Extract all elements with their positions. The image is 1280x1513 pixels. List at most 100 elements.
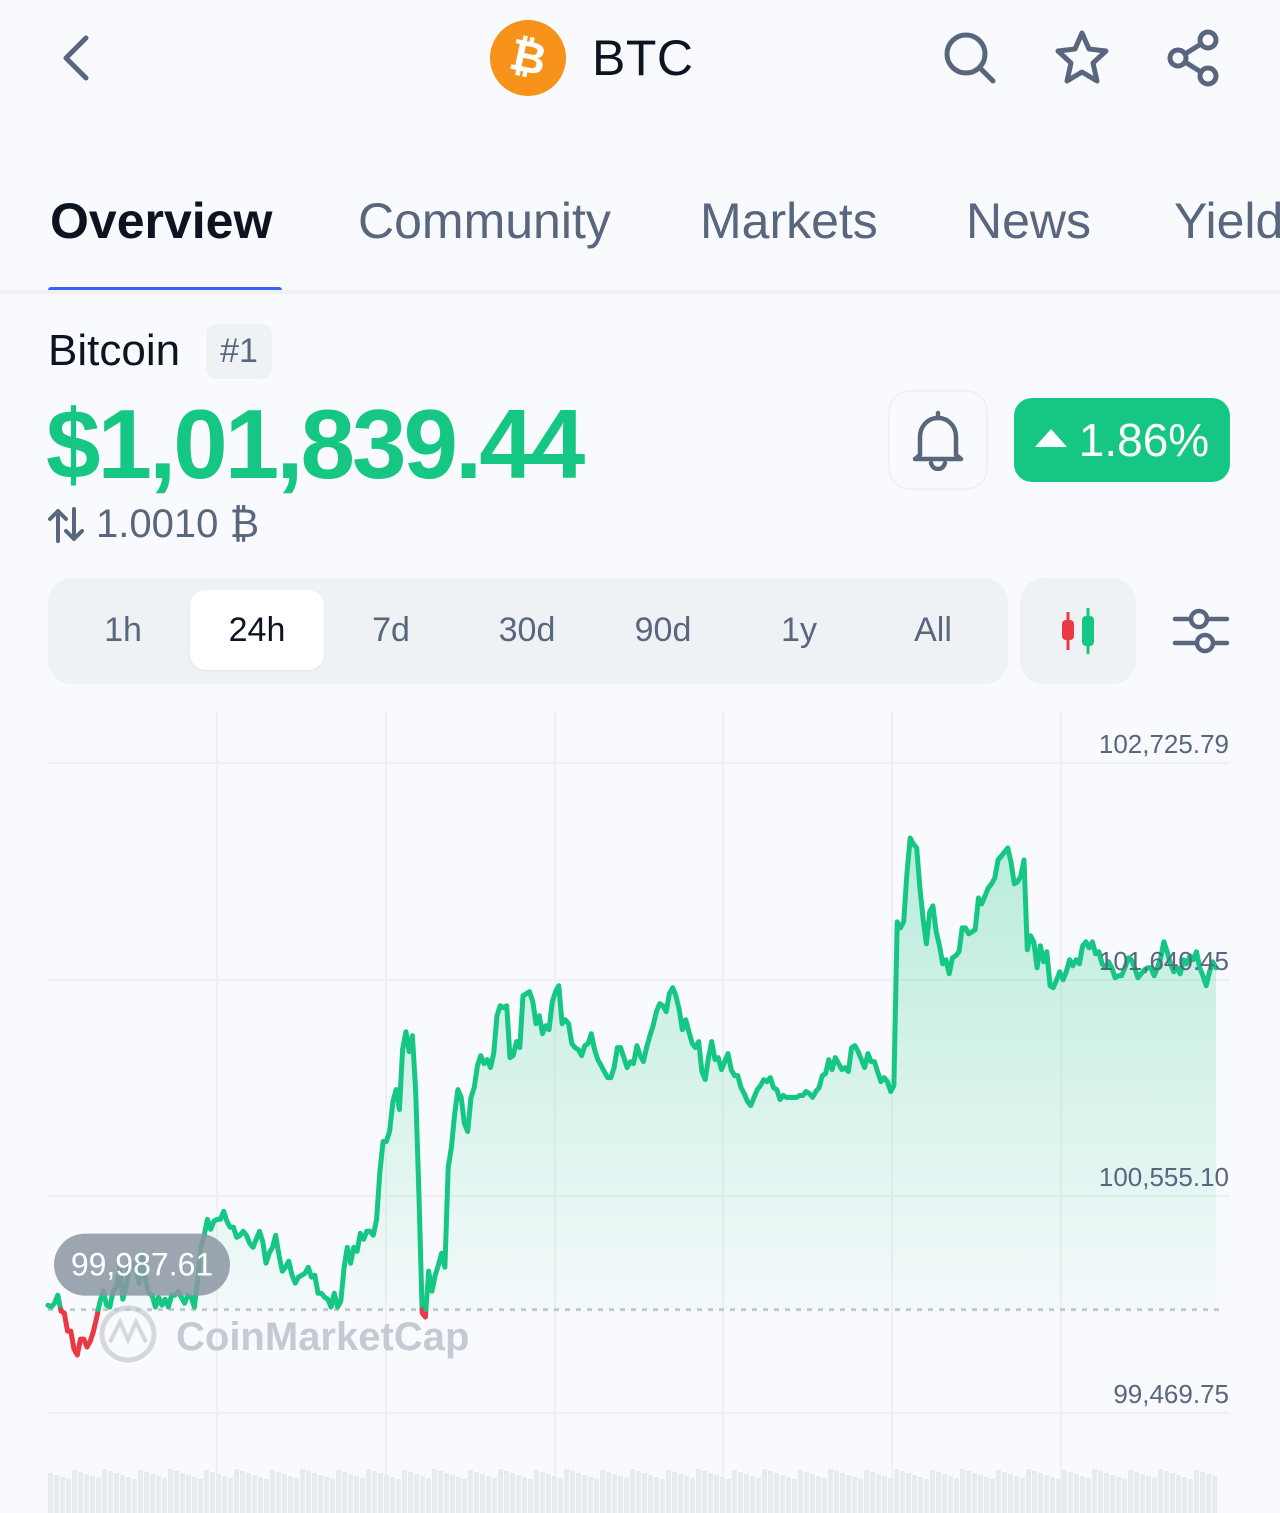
volume-bar <box>180 1473 185 1513</box>
range-24h[interactable]: 24h <box>190 590 324 670</box>
volume-bar <box>222 1476 227 1513</box>
volume-bar <box>858 1479 863 1513</box>
range-90d[interactable]: 90d <box>596 590 730 670</box>
volume-bar <box>174 1471 179 1513</box>
volume-bar <box>804 1472 809 1513</box>
volume-bar <box>960 1469 965 1513</box>
volume-bar <box>822 1478 827 1513</box>
volume-bar <box>624 1478 629 1513</box>
volume-bar <box>300 1469 305 1513</box>
volume-bar <box>210 1472 215 1513</box>
volume-bar <box>648 1475 653 1513</box>
volume-bar <box>360 1478 365 1513</box>
volume-bar <box>588 1477 593 1513</box>
volume-bar <box>924 1479 929 1513</box>
volume-bar <box>1056 1479 1061 1513</box>
volume-bar <box>846 1475 851 1513</box>
coinmarketcap-logo-icon <box>99 1305 157 1363</box>
volume-bar <box>258 1477 263 1513</box>
volume-bar <box>894 1469 899 1513</box>
volume-bar <box>108 1471 113 1513</box>
volume-bar <box>1200 1472 1205 1513</box>
range-1h[interactable]: 1h <box>56 590 190 670</box>
volume-bar <box>306 1471 311 1513</box>
volume-bar <box>1092 1469 1097 1513</box>
volume-bar <box>132 1479 137 1513</box>
volume-bar <box>342 1472 347 1513</box>
tab-active-indicator <box>48 287 282 290</box>
volume-bar <box>1038 1473 1043 1513</box>
volume-bar <box>1002 1472 1007 1513</box>
range-30d[interactable]: 30d <box>460 590 594 670</box>
volume-bar <box>1110 1475 1115 1513</box>
volume-bar <box>768 1471 773 1513</box>
search-button[interactable] <box>940 28 1000 88</box>
y-tick-label: 102,725.79 <box>1099 729 1229 759</box>
volume-bar <box>870 1472 875 1513</box>
price-chart[interactable]: CoinMarketCap 102,725.79 101,640.45 100,55… <box>0 700 1280 1513</box>
range-all[interactable]: All <box>866 590 1000 670</box>
volume-bar <box>72 1470 77 1513</box>
volume-bar <box>1212 1476 1217 1513</box>
volume-bar <box>996 1470 1001 1513</box>
volume-bar <box>912 1475 917 1513</box>
range-1y[interactable]: 1y <box>732 590 866 670</box>
tab-yield[interactable]: Yield <box>1174 192 1280 250</box>
y-tick-label: 99,469.75 <box>1113 1379 1229 1409</box>
volume-bar <box>708 1473 713 1513</box>
volume-bar <box>1188 1479 1193 1513</box>
range-7d[interactable]: 7d <box>324 590 458 670</box>
volume-bar <box>522 1477 527 1513</box>
volume-bar <box>408 1472 413 1513</box>
volume-bar <box>330 1479 335 1513</box>
candlestick-toggle-button[interactable] <box>1020 578 1136 684</box>
volume-bar <box>672 1472 677 1513</box>
volume-bar <box>786 1477 791 1513</box>
volume-bar <box>774 1473 779 1513</box>
volume-bar <box>204 1470 209 1513</box>
volume-bar <box>96 1478 101 1513</box>
tab-overview[interactable]: Overview <box>50 192 272 250</box>
volume-bar <box>1044 1475 1049 1513</box>
volume-bar <box>66 1479 71 1513</box>
volume-bar <box>450 1475 455 1513</box>
coin-symbol: BTC <box>592 30 694 86</box>
volume-bar <box>378 1473 383 1513</box>
watermark-text: CoinMarketCap <box>176 1315 469 1359</box>
volume-bar <box>1026 1469 1031 1513</box>
volume-bar <box>186 1475 191 1513</box>
coin-name-row: Bitcoin #1 <box>48 320 272 382</box>
back-button[interactable] <box>48 30 104 86</box>
volume-bar <box>948 1476 953 1513</box>
volume-bar <box>660 1479 665 1513</box>
btc-conversion[interactable]: 1.0010 ₿ <box>48 502 259 547</box>
chart-settings-button[interactable] <box>1166 598 1236 664</box>
volume-bar <box>900 1471 905 1513</box>
tab-news[interactable]: News <box>966 192 1091 250</box>
tab-bar: Overview Community Markets News Yield <box>0 160 1280 294</box>
watchlist-button[interactable] <box>1052 28 1112 88</box>
price-alert-button[interactable] <box>888 390 988 490</box>
volume-bar <box>882 1476 887 1513</box>
price-line-down <box>58 1307 101 1358</box>
svg-text:₿: ₿ <box>505 30 550 85</box>
volume-bar <box>102 1469 107 1513</box>
volume-bar <box>966 1471 971 1513</box>
coin-name: Bitcoin <box>48 326 181 375</box>
tab-markets[interactable]: Markets <box>700 192 878 250</box>
volume-bar <box>558 1478 563 1513</box>
volume-bar <box>714 1475 719 1513</box>
tab-community[interactable]: Community <box>358 192 611 250</box>
volume-bar <box>540 1472 545 1513</box>
share-button[interactable] <box>1164 28 1224 88</box>
volume-bar <box>930 1470 935 1513</box>
share-icon <box>1167 29 1219 87</box>
volume-bar <box>942 1474 947 1513</box>
volume-bar <box>552 1476 557 1513</box>
volume-bar <box>1098 1471 1103 1513</box>
volume-bar <box>516 1475 521 1513</box>
volume-bar <box>564 1469 569 1513</box>
volume-bar <box>144 1472 149 1513</box>
volume-bar <box>138 1470 143 1513</box>
volume-bar <box>1164 1471 1169 1513</box>
